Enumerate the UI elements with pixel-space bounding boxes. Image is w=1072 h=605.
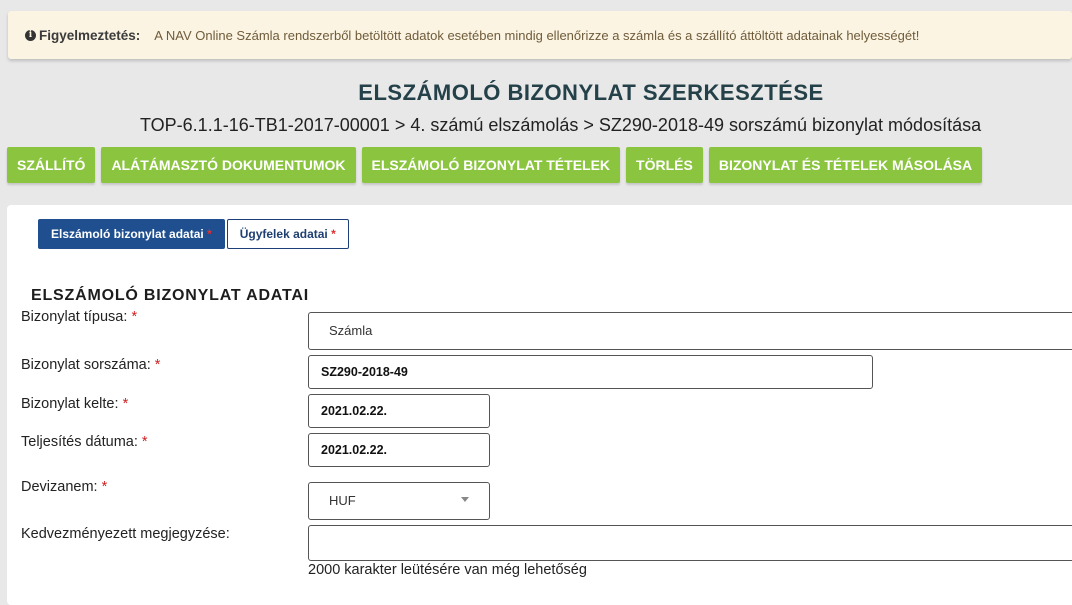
currency-value: HUF bbox=[329, 493, 356, 508]
remaining-characters-hint: 2000 karakter leütésére van még lehetősé… bbox=[308, 562, 587, 578]
copy-voucher-button[interactable]: BIZONYLAT ÉS TÉTELEK MÁSOLÁSA bbox=[708, 147, 983, 183]
required-mark: * bbox=[101, 479, 108, 495]
voucher-items-button[interactable]: ELSZÁMOLÓ BIZONYLAT TÉTELEK bbox=[361, 147, 621, 183]
voucher-type-label-text: Bizonylat típusa: bbox=[21, 309, 128, 325]
tab-client-data[interactable]: Ügyfelek adatai * bbox=[226, 219, 349, 249]
voucher-type-value: Számla bbox=[329, 323, 373, 338]
issue-date-label: Bizonylat kelte: * bbox=[21, 396, 128, 412]
required-mark: * bbox=[331, 227, 336, 241]
info-icon: i bbox=[25, 29, 36, 41]
warning-text: A NAV Online Számla rendszerből betöltöt… bbox=[154, 27, 920, 43]
voucher-type-select[interactable]: Számla bbox=[308, 312, 1072, 350]
beneficiary-note-label-text: Kedvezményezett megjegyzése: bbox=[21, 526, 230, 542]
voucher-number-value: SZ290-2018-49 bbox=[321, 365, 408, 379]
tab-voucher-data[interactable]: Elszámoló bizonylat adatai * bbox=[38, 219, 225, 249]
chevron-down-icon bbox=[461, 497, 469, 502]
tab-voucher-data-label: Elszámoló bizonylat adatai bbox=[51, 227, 204, 241]
currency-label-text: Devizanem: bbox=[21, 479, 98, 495]
required-mark: * bbox=[207, 227, 212, 241]
tab-client-data-label: Ügyfelek adatai bbox=[239, 227, 328, 241]
delete-button[interactable]: TÖRLÉS bbox=[626, 147, 703, 183]
currency-label: Devizanem: * bbox=[21, 479, 107, 495]
beneficiary-note-textarea[interactable] bbox=[308, 525, 1072, 561]
fulfillment-date-label: Teljesítés dátuma: * bbox=[21, 434, 148, 450]
required-mark: * bbox=[154, 357, 161, 373]
required-mark: * bbox=[141, 434, 148, 450]
breadcrumb: TOP-6.1.1-16-TB1-2017-00001 > 4. számú e… bbox=[140, 115, 982, 135]
form-panel: Elszámoló bizonylat adatai * Ügyfelek ad… bbox=[7, 205, 1072, 605]
fulfillment-date-value: 2021.02.22. bbox=[321, 443, 388, 457]
warning-banner: i Figyelmeztetés: A NAV Online Számla re… bbox=[8, 11, 1072, 59]
currency-select[interactable]: HUF bbox=[308, 482, 490, 520]
voucher-number-input[interactable]: SZ290-2018-49 bbox=[308, 355, 873, 389]
issue-date-value: 2021.02.22. bbox=[321, 404, 388, 418]
supplier-button[interactable]: SZÁLLÍTÓ bbox=[7, 147, 96, 183]
issue-date-label-text: Bizonylat kelte: bbox=[21, 396, 119, 412]
supporting-documents-button[interactable]: ALÁTÁMASZTÓ DOKUMENTUMOK bbox=[101, 147, 356, 183]
beneficiary-note-label: Kedvezményezett megjegyzése: bbox=[21, 526, 230, 542]
fulfillment-date-label-text: Teljesítés dátuma: bbox=[21, 434, 138, 450]
page-title: ELSZÁMOLÓ BIZONYLAT SZERKESZTÉSE bbox=[358, 80, 824, 105]
fulfillment-date-input[interactable]: 2021.02.22. bbox=[308, 433, 490, 467]
action-bar: SZÁLLÍTÓ ALÁTÁMASZTÓ DOKUMENTUMOK ELSZÁM… bbox=[7, 147, 983, 183]
tab-bar: Elszámoló bizonylat adatai * Ügyfelek ad… bbox=[38, 219, 349, 249]
voucher-number-label-text: Bizonylat sorszáma: bbox=[21, 357, 151, 373]
required-mark: * bbox=[122, 396, 129, 412]
voucher-type-label: Bizonylat típusa: * bbox=[21, 309, 137, 325]
required-mark: * bbox=[131, 309, 138, 325]
section-title: ELSZÁMOLÓ BIZONYLAT ADATAI bbox=[31, 287, 309, 304]
voucher-number-label: Bizonylat sorszáma: * bbox=[21, 357, 160, 373]
issue-date-input[interactable]: 2021.02.22. bbox=[308, 394, 490, 428]
warning-label: Figyelmeztetés: bbox=[39, 27, 141, 43]
